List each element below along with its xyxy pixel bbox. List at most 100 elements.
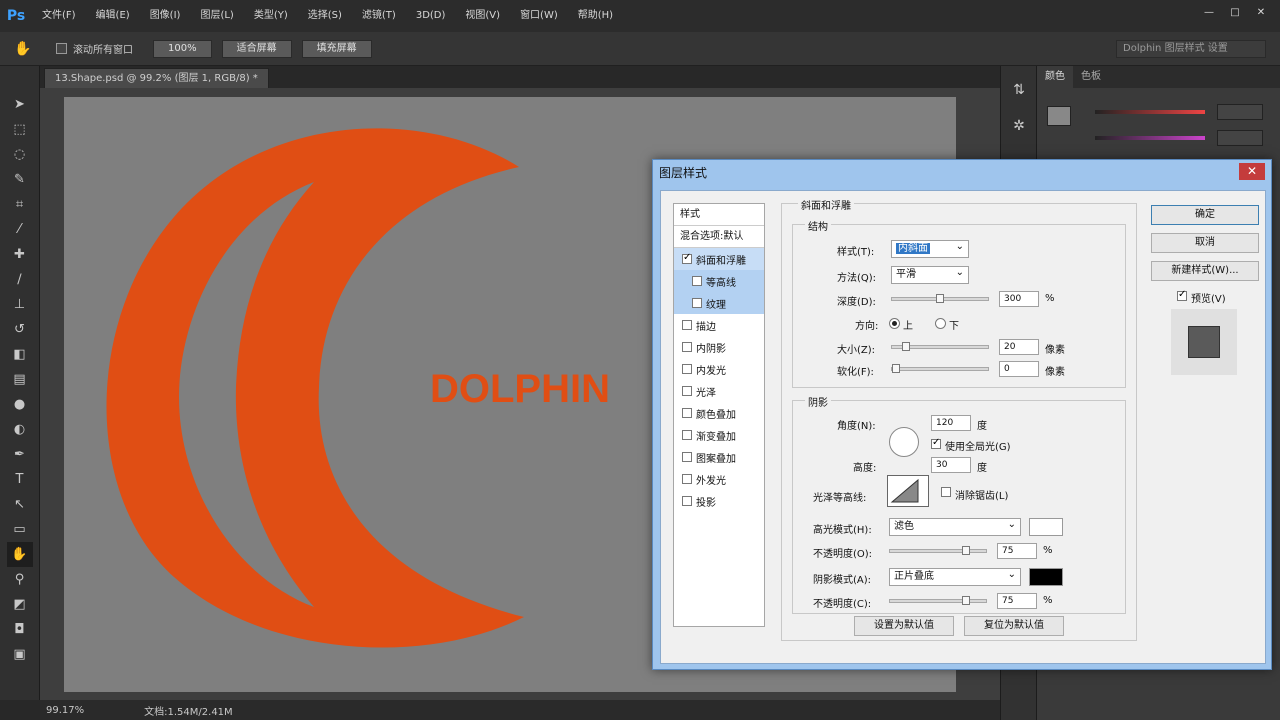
fit-screen-button[interactable]: 适合屏幕 bbox=[221, 39, 292, 58]
shadow-mode-select[interactable]: 正片叠底 bbox=[889, 567, 1021, 586]
soften-slider-thumb[interactable] bbox=[892, 364, 900, 373]
cancel-button[interactable]: 取消 bbox=[1151, 233, 1259, 253]
document-tab[interactable]: 13.Shape.psd @ 99.2% (图层 1, RGB/8) * bbox=[44, 68, 269, 88]
shadow-opacity-thumb[interactable] bbox=[962, 596, 970, 605]
style-list-item[interactable]: 光泽 bbox=[674, 380, 764, 402]
red-value-field[interactable] bbox=[1217, 104, 1263, 120]
bevel-style-select[interactable]: 内斜面 bbox=[891, 239, 969, 258]
quick-select-tool-icon[interactable]: ✎ bbox=[7, 167, 33, 192]
shape-tool-icon[interactable]: ▭ bbox=[7, 517, 33, 542]
red-slider[interactable] bbox=[1095, 110, 1205, 114]
workspace-select[interactable]: Dolphin 图层样式 设置 bbox=[1116, 40, 1266, 58]
set-default-button[interactable]: 设置为默认值 bbox=[854, 616, 954, 636]
zoom-tool-icon[interactable]: ⚲ bbox=[7, 567, 33, 592]
menu-item[interactable]: 3D(D) bbox=[406, 0, 456, 32]
menu-item[interactable]: 选择(S) bbox=[298, 0, 352, 32]
marquee-tool-icon[interactable]: ⬚ bbox=[7, 117, 33, 142]
gloss-contour-picker[interactable] bbox=[887, 475, 929, 507]
direction-up-radio[interactable] bbox=[889, 318, 900, 329]
menu-item[interactable]: 视图(V) bbox=[455, 0, 510, 32]
shadow-opacity-input[interactable]: 75 bbox=[997, 593, 1037, 609]
eraser-tool-icon[interactable]: ◧ bbox=[7, 342, 33, 367]
style-list-item[interactable]: 外发光 bbox=[674, 468, 764, 490]
highlight-opacity-input[interactable]: 75 bbox=[997, 543, 1037, 559]
move-tool-icon[interactable]: ➤ bbox=[7, 92, 33, 117]
reset-default-button[interactable]: 复位为默认值 bbox=[964, 616, 1064, 636]
highlight-opacity-thumb[interactable] bbox=[962, 546, 970, 555]
hand-tool-icon[interactable]: ✋ bbox=[14, 41, 42, 57]
style-list-item[interactable]: 纹理 bbox=[674, 292, 764, 314]
blending-options-item[interactable]: 混合选项:默认 bbox=[674, 226, 764, 248]
menu-item[interactable]: 文件(F) bbox=[32, 0, 86, 32]
crop-tool-icon[interactable]: ⌗ bbox=[7, 192, 33, 217]
lasso-tool-icon[interactable]: ◌ bbox=[7, 142, 33, 167]
style-item-checkbox[interactable] bbox=[682, 386, 692, 396]
style-list-item[interactable]: 内发光 bbox=[674, 358, 764, 380]
style-list-item[interactable]: 渐变叠加 bbox=[674, 424, 764, 446]
magenta-value-field[interactable] bbox=[1217, 130, 1263, 146]
dodge-tool-icon[interactable]: ◐ bbox=[7, 417, 33, 442]
style-item-checkbox[interactable] bbox=[692, 276, 702, 286]
global-light-checkbox[interactable] bbox=[931, 437, 941, 449]
path-select-tool-icon[interactable]: ↖ bbox=[7, 492, 33, 517]
dialog-close-button[interactable]: ✕ bbox=[1239, 163, 1265, 180]
style-item-checkbox[interactable] bbox=[682, 252, 692, 264]
style-item-checkbox[interactable] bbox=[682, 364, 692, 374]
eyedropper-tool-icon[interactable]: ⁄ bbox=[7, 217, 33, 242]
style-list-item[interactable]: 图案叠加 bbox=[674, 446, 764, 468]
history-brush-tool-icon[interactable]: ↺ bbox=[7, 317, 33, 342]
tab-swatches[interactable]: 色板 bbox=[1073, 66, 1109, 88]
foreground-color-swatch[interactable] bbox=[1047, 106, 1071, 126]
tab-color[interactable]: 颜色 bbox=[1037, 66, 1073, 88]
style-list-item[interactable]: 投影 bbox=[674, 490, 764, 512]
style-list-item[interactable]: 等高线 bbox=[674, 270, 764, 292]
style-item-checkbox[interactable] bbox=[682, 342, 692, 352]
minimize-button[interactable]: — bbox=[1198, 4, 1220, 20]
soften-slider[interactable] bbox=[891, 364, 989, 373]
healing-brush-tool-icon[interactable]: ✚ bbox=[7, 242, 33, 267]
preview-checkbox[interactable] bbox=[1177, 289, 1187, 301]
depth-input[interactable]: 300 bbox=[999, 291, 1039, 307]
style-item-checkbox[interactable] bbox=[692, 298, 702, 308]
depth-slider[interactable] bbox=[891, 294, 989, 303]
style-item-checkbox[interactable] bbox=[682, 452, 692, 462]
maximize-button[interactable]: □ bbox=[1224, 4, 1246, 20]
size-slider[interactable] bbox=[891, 342, 989, 351]
direction-down-radio[interactable] bbox=[935, 318, 946, 329]
gradient-tool-icon[interactable]: ▤ bbox=[7, 367, 33, 392]
brush-settings-panel-icon[interactable]: ✲ bbox=[1007, 114, 1031, 138]
soften-input[interactable]: 0 bbox=[999, 361, 1039, 377]
style-list-item[interactable]: 斜面和浮雕 bbox=[674, 248, 764, 270]
highlight-opacity-slider[interactable] bbox=[889, 546, 987, 555]
new-style-button[interactable]: 新建样式(W)... bbox=[1151, 261, 1259, 281]
menu-item[interactable]: 类型(Y) bbox=[244, 0, 298, 32]
angle-input[interactable]: 120 bbox=[931, 415, 971, 431]
style-item-checkbox[interactable] bbox=[682, 430, 692, 440]
stamp-tool-icon[interactable]: ⊥ bbox=[7, 292, 33, 317]
blur-tool-icon[interactable]: ● bbox=[7, 392, 33, 417]
menu-item[interactable]: 编辑(E) bbox=[86, 0, 140, 32]
style-list-item[interactable]: 内阴影 bbox=[674, 336, 764, 358]
menu-item[interactable]: 帮助(H) bbox=[568, 0, 623, 32]
pen-tool-icon[interactable]: ✒ bbox=[7, 442, 33, 467]
highlight-mode-select[interactable]: 滤色 bbox=[889, 517, 1021, 536]
shadow-opacity-slider[interactable] bbox=[889, 596, 987, 605]
menu-item[interactable]: 滤镜(T) bbox=[352, 0, 406, 32]
hand-tool-icon[interactable]: ✋ bbox=[6, 542, 33, 567]
status-zoom[interactable]: 99.17% bbox=[46, 705, 84, 716]
style-item-checkbox[interactable] bbox=[682, 496, 692, 506]
brush-tool-icon[interactable]: ∕ bbox=[7, 267, 33, 292]
altitude-input[interactable]: 30 bbox=[931, 457, 971, 473]
history-panel-icon[interactable]: ⇅ bbox=[1007, 78, 1031, 102]
angle-dial[interactable] bbox=[889, 427, 919, 457]
scroll-all-windows-checkbox[interactable] bbox=[56, 43, 67, 54]
style-list-item[interactable]: 描边 bbox=[674, 314, 764, 336]
ok-button[interactable]: 确定 bbox=[1151, 205, 1259, 225]
size-slider-thumb[interactable] bbox=[902, 342, 910, 351]
close-app-button[interactable]: ✕ bbox=[1250, 4, 1272, 20]
style-item-checkbox[interactable] bbox=[682, 408, 692, 418]
menu-item[interactable]: 图像(I) bbox=[140, 0, 191, 32]
fill-screen-button[interactable]: 填充屏幕 bbox=[301, 39, 372, 58]
style-list-item[interactable]: 颜色叠加 bbox=[674, 402, 764, 424]
type-tool-icon[interactable]: T bbox=[7, 467, 33, 492]
